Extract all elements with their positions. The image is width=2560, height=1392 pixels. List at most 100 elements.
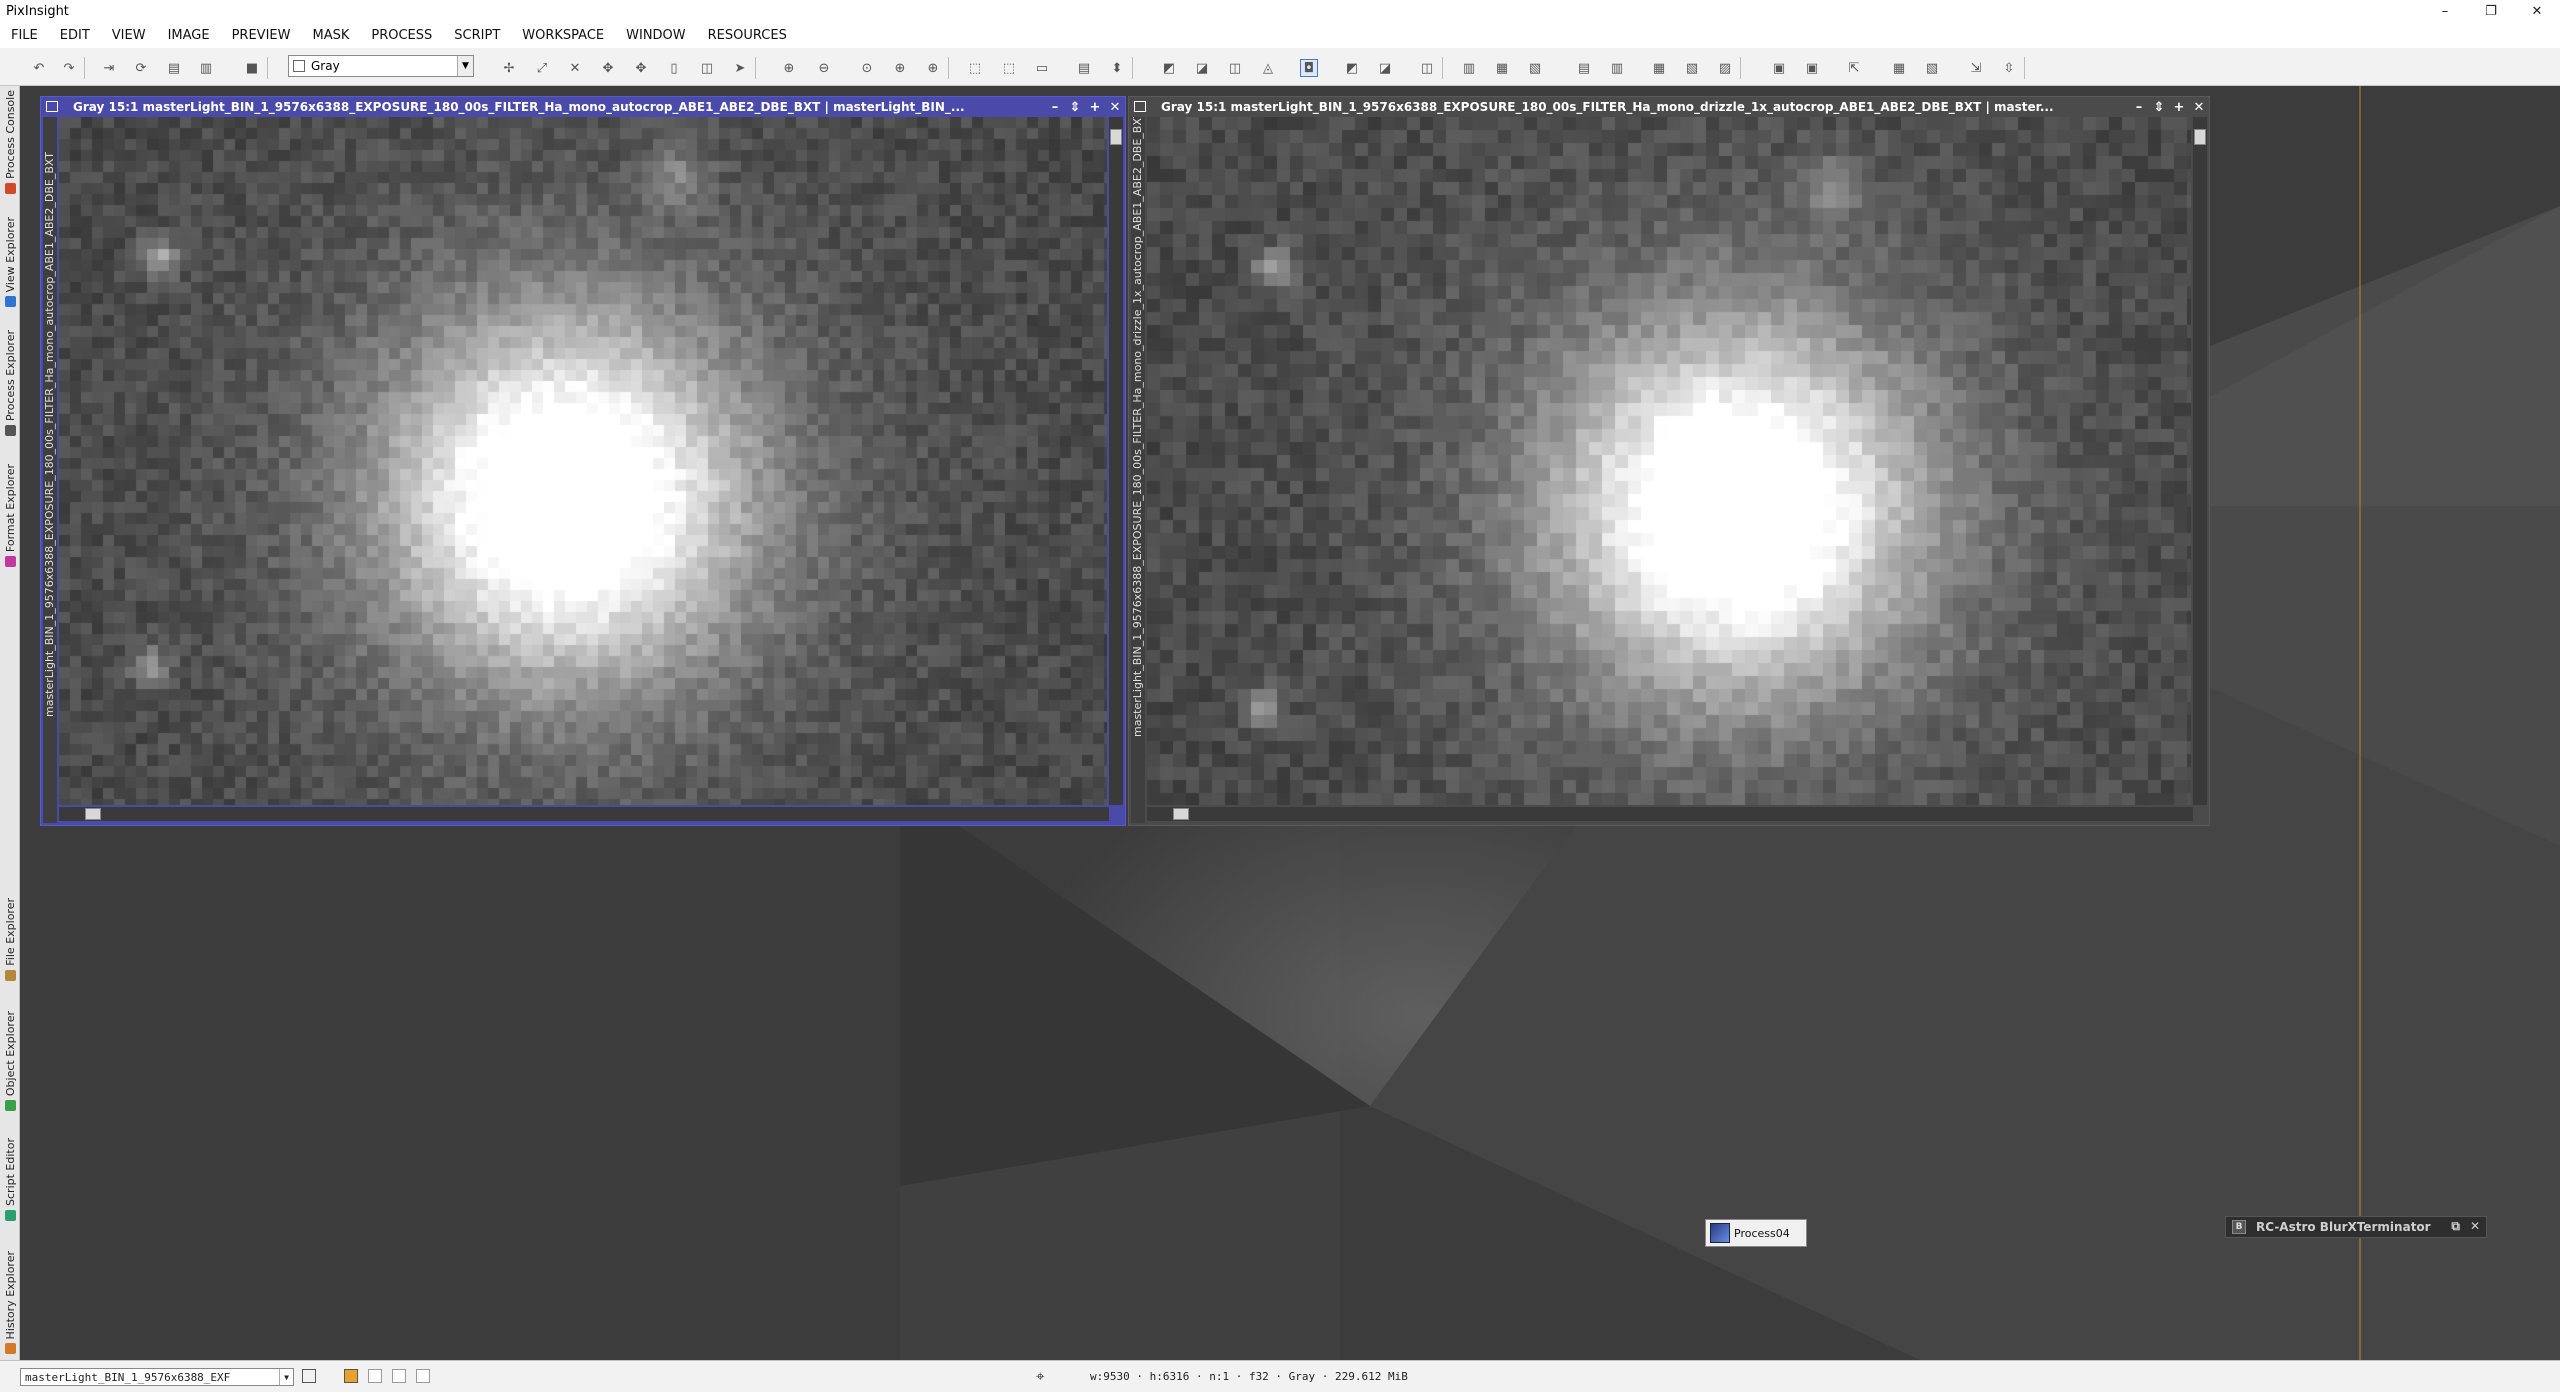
side-tab-object-explorer[interactable]: Object Explorer bbox=[0, 1011, 20, 1112]
horizontal-scrollbar[interactable] bbox=[59, 807, 1109, 821]
redo-icon[interactable]: ↷ bbox=[60, 59, 78, 77]
vertical-scrollbar[interactable] bbox=[1109, 117, 1123, 805]
console-icon[interactable]: ▦ bbox=[1493, 59, 1511, 77]
maximize-icon[interactable]: + bbox=[1085, 97, 1105, 117]
menu-script[interactable]: SCRIPT bbox=[443, 28, 511, 43]
menu-mask[interactable]: MASK bbox=[301, 28, 360, 43]
scrollbar-thumb[interactable] bbox=[85, 808, 101, 820]
frame-icon[interactable]: ▯ bbox=[665, 59, 683, 77]
reload-icon[interactable]: ⟳ bbox=[132, 59, 150, 77]
image-window-autocrop[interactable]: Gray 15:1 masterLight_BIN_1_9576x6388_EX… bbox=[40, 96, 1126, 826]
view-selector[interactable]: masterLight_BIN_1_9576x6388_EXF ▼ bbox=[20, 1368, 294, 1386]
vertical-scrollbar[interactable] bbox=[2193, 117, 2207, 805]
image-canvas[interactable] bbox=[59, 117, 1107, 805]
image-window-title-bar[interactable]: Gray 15:1 masterLight_BIN_1_9576x6388_EX… bbox=[41, 97, 1125, 117]
save-as-icon[interactable]: ▥ bbox=[197, 59, 215, 77]
monitor-icon[interactable]: ▣ bbox=[1770, 59, 1788, 77]
format-icon[interactable]: ▤ bbox=[1575, 59, 1593, 77]
restore-window-button[interactable]: ❐ bbox=[2468, 0, 2514, 22]
move-icon[interactable]: ✥ bbox=[599, 59, 617, 77]
stf-icon[interactable]: ◩ bbox=[1343, 59, 1361, 77]
view-mode-icon[interactable] bbox=[302, 1369, 316, 1383]
process-icon[interactable]: ▥ bbox=[1608, 59, 1626, 77]
window-icon[interactable]: ▦ bbox=[1890, 59, 1908, 77]
star-image[interactable] bbox=[59, 117, 1107, 805]
channel-icon[interactable] bbox=[344, 1369, 358, 1383]
scrollbar-thumb[interactable] bbox=[2194, 129, 2206, 145]
menu-image[interactable]: IMAGE bbox=[157, 28, 221, 43]
minimize-icon[interactable]: – bbox=[2129, 97, 2149, 117]
channel-icon[interactable] bbox=[368, 1369, 382, 1383]
new-image-icon[interactable]: ⇥ bbox=[100, 59, 118, 77]
file-icon[interactable]: ▧ bbox=[1683, 59, 1701, 77]
pointer-icon[interactable]: ➤ bbox=[731, 59, 749, 77]
arrange-icon[interactable]: ⇲ bbox=[1967, 59, 1985, 77]
process-icon[interactable]: Process04 bbox=[1705, 1219, 1807, 1247]
shade-icon[interactable]: ⇕ bbox=[2149, 97, 2169, 117]
pan-icon[interactable]: ✢ bbox=[500, 59, 518, 77]
channel-icon[interactable] bbox=[392, 1369, 406, 1383]
split-icon[interactable]: ◫ bbox=[698, 59, 716, 77]
minimize-icon[interactable]: – bbox=[1045, 97, 1065, 117]
menu-window[interactable]: WINDOW bbox=[615, 28, 697, 43]
channel-icon[interactable] bbox=[416, 1369, 430, 1383]
zoom-reset-icon[interactable]: ✕ bbox=[566, 59, 584, 77]
explorer-icon[interactable]: ▥ bbox=[1460, 59, 1478, 77]
close-icon[interactable]: ✕ bbox=[2470, 1219, 2480, 1233]
colorspace-select[interactable]: Gray ▼ bbox=[288, 55, 474, 77]
horizontal-scrollbar[interactable] bbox=[1147, 807, 2193, 821]
save-icon[interactable]: ▤ bbox=[165, 59, 183, 77]
view-identifier-tab[interactable]: masterLight_BIN_1_9576x6388_EXPOSURE_180… bbox=[1131, 117, 1145, 823]
resize-icon[interactable]: ⬍ bbox=[1108, 59, 1126, 77]
close-window-button[interactable]: ✕ bbox=[2514, 0, 2560, 22]
view-identifier-tab[interactable]: masterLight_BIN_1_9576x6388_EXPOSURE_180… bbox=[43, 117, 57, 823]
center-icon[interactable]: ✥ bbox=[632, 59, 650, 77]
script-icon[interactable]: ▦ bbox=[1650, 59, 1668, 77]
zoom-window-icon[interactable]: ⊕ bbox=[924, 59, 942, 77]
image-window-title-bar[interactable]: Gray 15:1 masterLight_BIN_1_9576x6388_EX… bbox=[1129, 97, 2209, 117]
layout-icon[interactable]: ▤ bbox=[1075, 59, 1093, 77]
menu-preview[interactable]: PREVIEW bbox=[221, 28, 302, 43]
scrollbar-thumb[interactable] bbox=[1173, 808, 1189, 820]
minimize-window-button[interactable]: – bbox=[2422, 0, 2468, 22]
stf-reset-icon[interactable]: ◫ bbox=[1418, 59, 1436, 77]
close-icon[interactable]: ✕ bbox=[1105, 97, 1125, 117]
menu-workspace[interactable]: WORKSPACE bbox=[511, 28, 615, 43]
mask-show-icon[interactable]: ◪ bbox=[1193, 59, 1211, 77]
float-icon[interactable]: ⧉ bbox=[2451, 1219, 2460, 1234]
shade-icon[interactable]: ⇕ bbox=[1065, 97, 1085, 117]
side-tab-script-editor[interactable]: Script Editor bbox=[0, 1138, 20, 1221]
preview-icon[interactable]: ⬚ bbox=[1000, 59, 1018, 77]
mask-invert-icon[interactable]: ◫ bbox=[1226, 59, 1244, 77]
zoom-out-icon[interactable]: ⊖ bbox=[815, 59, 833, 77]
object-icon[interactable]: ▨ bbox=[1716, 59, 1734, 77]
scrollbar-thumb[interactable] bbox=[1110, 129, 1122, 145]
menu-process[interactable]: PROCESS bbox=[360, 28, 443, 43]
side-tab-format-explorer[interactable]: Format Explorer bbox=[0, 464, 20, 568]
tile-icon[interactable]: ⇳ bbox=[2000, 59, 2018, 77]
side-tab-process-explorer[interactable]: Process Explorer bbox=[0, 330, 20, 437]
mask-icon[interactable]: ◩ bbox=[1160, 59, 1178, 77]
side-tab-view-explorer[interactable]: View Explorer bbox=[0, 217, 20, 308]
new-preview-icon[interactable]: ⬚ bbox=[966, 59, 984, 77]
close-icon[interactable]: ✕ bbox=[2189, 97, 2209, 117]
side-tab-process-console[interactable]: Process Console bbox=[0, 90, 20, 194]
image-canvas[interactable] bbox=[1147, 117, 2191, 805]
maximize-icon[interactable]: + bbox=[2169, 97, 2189, 117]
menu-view[interactable]: VIEW bbox=[101, 28, 157, 43]
zoom-in-icon[interactable]: ⊕ bbox=[780, 59, 798, 77]
side-tab-file-explorer[interactable]: File Explorer bbox=[0, 898, 20, 981]
blurxterminator-window[interactable]: B RC-Astro BlurXTerminator ⧉ ✕ bbox=[2225, 1216, 2487, 1238]
window-icon[interactable]: ▧ bbox=[1923, 59, 1941, 77]
menu-edit[interactable]: EDIT bbox=[49, 28, 101, 43]
frame-window-icon[interactable]: ▭ bbox=[1033, 59, 1051, 77]
readout-icon[interactable]: ◘ bbox=[1300, 59, 1318, 77]
fit-icon[interactable]: ⤢ bbox=[533, 59, 551, 77]
mask-clear-icon[interactable]: ◬ bbox=[1259, 59, 1277, 77]
side-tab-history-explorer[interactable]: History Explorer bbox=[0, 1251, 20, 1355]
zoom-fit-icon[interactable]: ⊕ bbox=[891, 59, 909, 77]
blue-square-icon[interactable]: ■ bbox=[243, 59, 261, 77]
screenshot-icon[interactable]: ▣ bbox=[1803, 59, 1821, 77]
workspace-icon[interactable]: ⇱ bbox=[1845, 59, 1863, 77]
menu-resources[interactable]: RESOURCES bbox=[697, 28, 798, 43]
